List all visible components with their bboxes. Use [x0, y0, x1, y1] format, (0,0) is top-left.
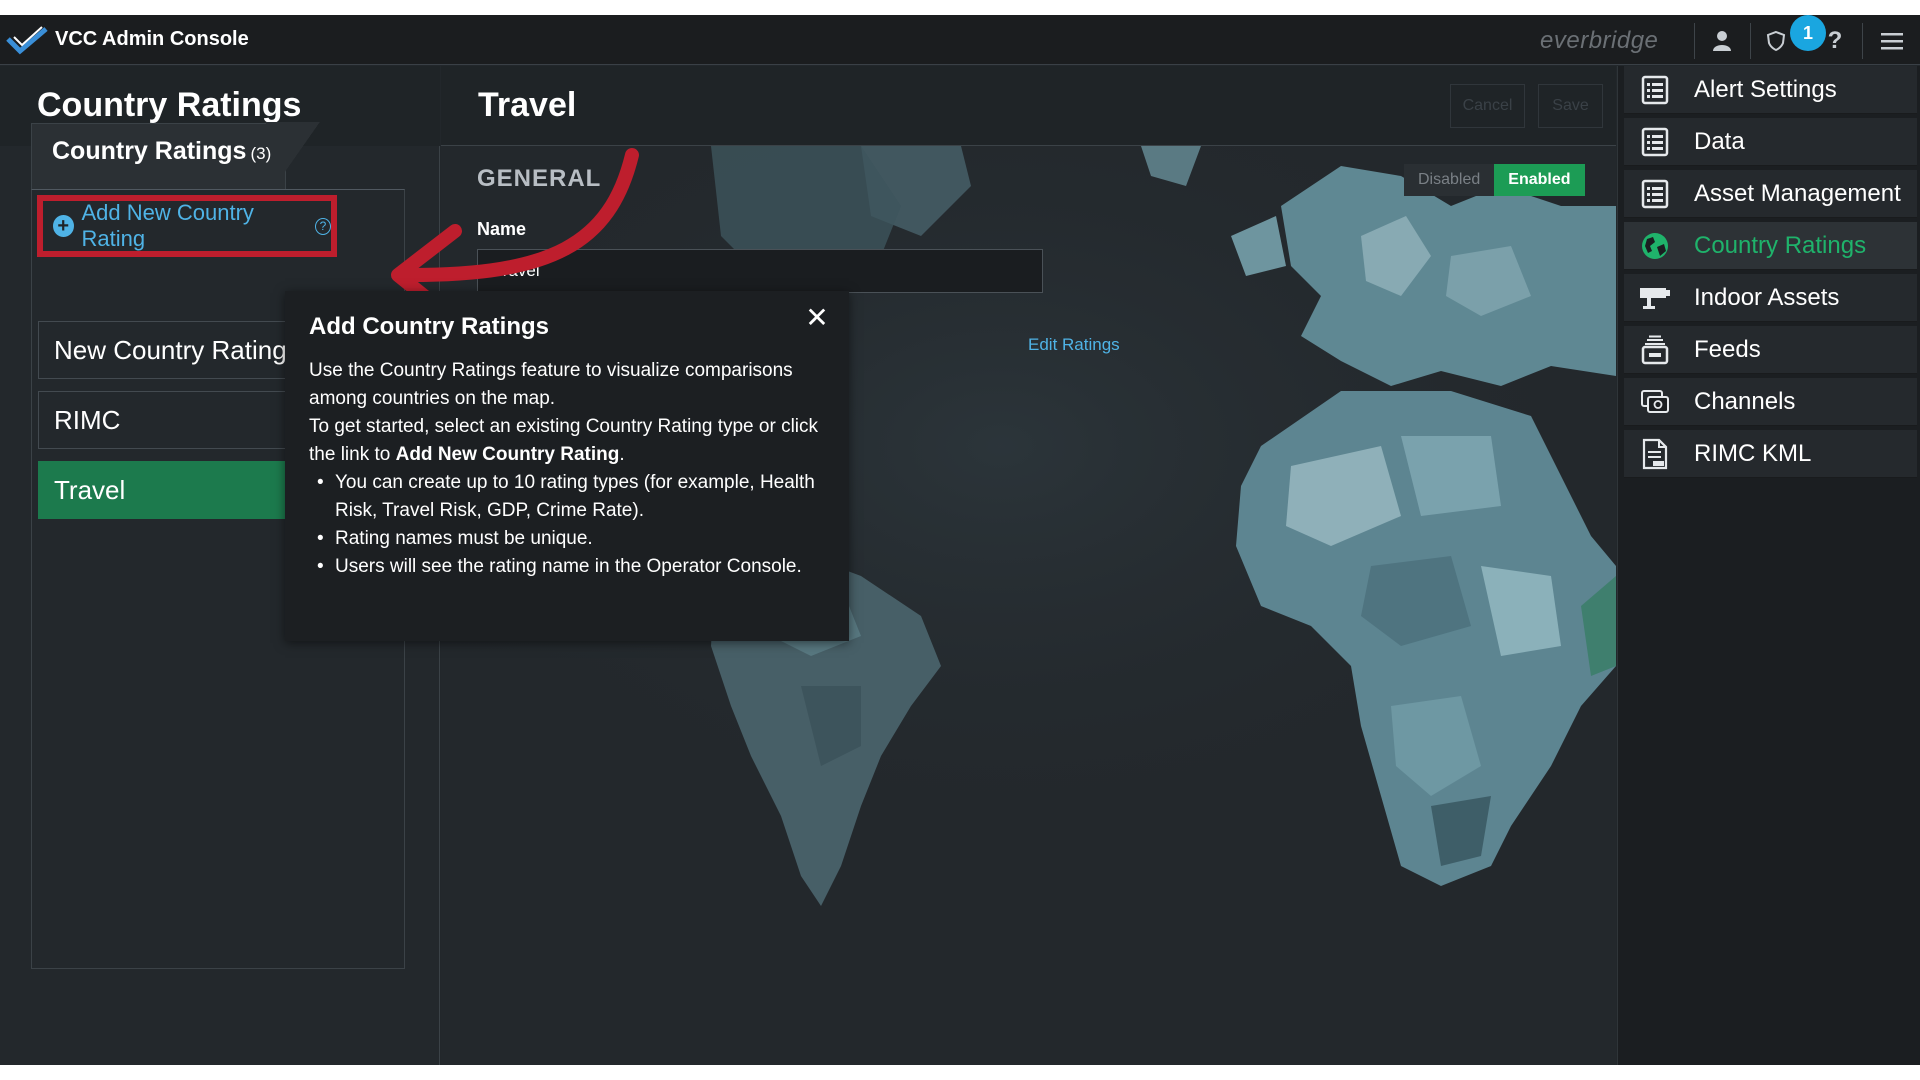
help-circle-icon[interactable]: ? [315, 217, 331, 235]
tab-label-text: Country Ratings [52, 137, 247, 165]
tab-count: (3) [250, 144, 272, 163]
rating-title: Travel [478, 86, 577, 124]
right-sidebar: Alert Settings Data Asset Management Cou… [1617, 66, 1920, 1065]
list-icon [1638, 73, 1672, 107]
sidebar-item-channels[interactable]: Channels [1624, 378, 1917, 426]
sidebar-item-label: Data [1694, 127, 1745, 155]
rating-item-label: RIMC [54, 404, 121, 435]
add-link-label: Add New Country Rating [81, 200, 254, 251]
toggle-disabled-option[interactable]: Disabled [1404, 164, 1495, 196]
sidebar-item-indoor-assets[interactable]: Indoor Assets [1624, 274, 1917, 322]
channels-icon [1638, 385, 1672, 419]
sidebar-item-label: Alert Settings [1694, 75, 1837, 103]
hamburger-icon [1881, 33, 1903, 50]
popover-bullet: Users will see the rating name in the Op… [313, 553, 825, 581]
sidebar-item-label: Feeds [1694, 335, 1761, 363]
sidebar-item-asset-management[interactable]: Asset Management [1624, 170, 1917, 218]
list-icon [1638, 125, 1672, 159]
add-icon: + [53, 215, 74, 237]
rating-item-label: Travel [54, 474, 126, 505]
save-button[interactable]: Save [1538, 84, 1603, 128]
divider [1694, 23, 1695, 59]
rating-item-rimc[interactable]: RIMC [38, 391, 298, 449]
cancel-button[interactable]: Cancel [1450, 84, 1525, 128]
add-country-ratings-popover: ✕ Add Country Ratings Use the Country Ra… [285, 291, 849, 641]
list-icon [1638, 177, 1672, 211]
enabled-toggle[interactable]: Disabled Enabled [1404, 164, 1585, 196]
sidebar-item-feeds[interactable]: Feeds [1624, 326, 1917, 374]
popover-text: . [619, 444, 625, 465]
main-header: Travel Cancel Save [441, 66, 1616, 146]
popover-bullet: You can create up to 10 rating types (fo… [313, 469, 825, 525]
popover-bullets: You can create up to 10 rating types (fo… [309, 469, 825, 581]
rating-item-label: New Country Rating [54, 334, 287, 365]
top-bar: VCC Admin Console everbridge 1 ? [0, 15, 1920, 65]
tab-corner [266, 122, 326, 190]
rating-item-new-country-rating[interactable]: New Country Rating [38, 321, 298, 379]
sidebar-item-alert-settings[interactable]: Alert Settings [1624, 66, 1917, 114]
menu-button[interactable] [1874, 23, 1910, 59]
page-title: Country Ratings [37, 86, 302, 124]
sidebar-item-label: Asset Management [1694, 179, 1901, 207]
notifications-button[interactable] [1758, 23, 1794, 59]
popover-paragraph: To get started, select an existing Count… [309, 413, 825, 469]
popover-paragraph: Use the Country Ratings feature to visua… [309, 360, 793, 409]
globe-icon [1638, 229, 1672, 263]
camera-icon [1638, 281, 1672, 315]
divider [1862, 23, 1863, 59]
sidebar-item-label: Channels [1694, 387, 1796, 415]
add-new-country-rating-link[interactable]: + Add New Country Rating ? [37, 195, 337, 257]
app-title: VCC Admin Console [55, 28, 249, 50]
vcc-logo-icon [6, 26, 48, 55]
sidebar-item-rimc-kml[interactable]: RIMC KML [1624, 430, 1917, 478]
help-icon: ? [1827, 27, 1843, 54]
popover-bullet: Rating names must be unique. [313, 525, 825, 553]
user-icon [1713, 31, 1731, 51]
sidebar-item-country-ratings[interactable]: Country Ratings [1624, 222, 1917, 270]
kml-file-icon [1638, 437, 1672, 471]
rating-item-travel[interactable]: Travel [38, 461, 298, 519]
popover-bold-text: Add New Country Rating [395, 444, 620, 465]
close-icon[interactable]: ✕ [805, 302, 829, 333]
tab-label: Country Ratings (3) [52, 137, 271, 166]
feed-icon [1638, 333, 1672, 367]
sidebar-item-data[interactable]: Data [1624, 118, 1917, 166]
popover-title: Add Country Ratings [309, 313, 549, 340]
toggle-enabled-option[interactable]: Enabled [1494, 164, 1585, 196]
sidebar-item-label: Indoor Assets [1694, 283, 1840, 311]
divider [1750, 23, 1751, 59]
edit-ratings-link[interactable]: Edit Ratings [1028, 335, 1120, 355]
sidebar-item-label: RIMC KML [1694, 439, 1812, 467]
sidebar-item-label: Country Ratings [1694, 231, 1867, 259]
user-button[interactable] [1704, 23, 1740, 59]
admin-console: VCC Admin Console everbridge 1 ? Country… [0, 15, 1920, 1065]
everbridge-logo: everbridge [1540, 27, 1659, 54]
help-button[interactable]: ? [1817, 23, 1853, 59]
shield-alert-icon [1766, 30, 1786, 52]
